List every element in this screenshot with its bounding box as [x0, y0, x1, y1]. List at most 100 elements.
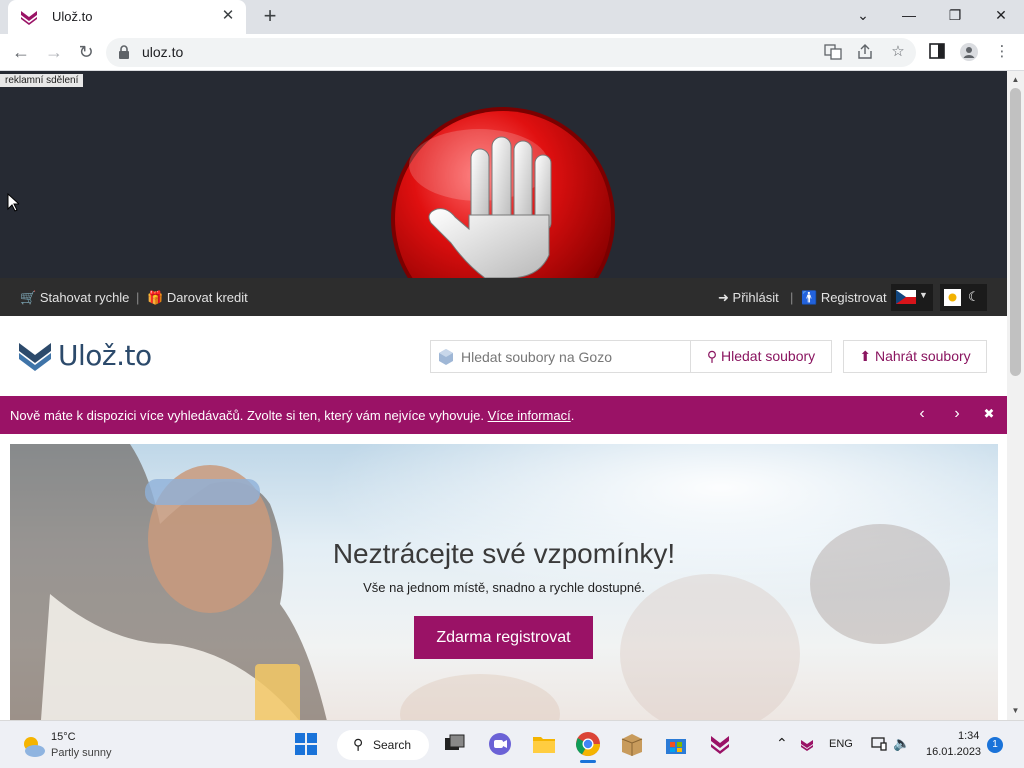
fast-download-label: Stahovat rychle — [39, 290, 130, 305]
uloz-logo[interactable]: Ulož.to — [18, 337, 168, 375]
separator: | — [790, 290, 794, 305]
upload-button-label: Nahrát soubory — [874, 348, 971, 364]
clock-time[interactable]: 1:34 — [958, 730, 979, 742]
profile-avatar-icon[interactable] — [960, 43, 978, 61]
login-link[interactable]: ➜ Přihlásit — [718, 290, 779, 306]
page-scrollbar[interactable]: ▲ ▼ — [1007, 71, 1024, 720]
scroll-up-icon[interactable]: ▲ — [1011, 75, 1020, 84]
hero-headline: Neztrácejte své vzpomínky! — [332, 538, 676, 569]
stop-hand-icon — [391, 107, 615, 278]
logo-chevron-icon — [19, 343, 51, 371]
sign-in-icon: ➜ — [718, 290, 729, 305]
notice-bar: Nově máte k dispozici více vyhledávačů. … — [0, 396, 1007, 434]
taskbar-search[interactable]: ⚲ Search — [337, 730, 429, 760]
notice-message: Nově máte k dispozici více vyhledávačů. … — [10, 408, 574, 423]
network-icon[interactable] — [871, 737, 887, 751]
upload-button[interactable]: ⬆ Nahrát soubory — [843, 340, 987, 373]
start-windows-icon[interactable] — [292, 730, 320, 758]
back-arrow-icon[interactable]: ← — [9, 40, 33, 64]
register-label: Registrovat — [820, 290, 887, 305]
clock-date[interactable]: 16.01.2023 — [926, 746, 981, 758]
scroll-down-icon[interactable]: ▼ — [1011, 706, 1020, 715]
czech-flag-icon — [896, 290, 916, 304]
search-button[interactable]: ⚲ Hledat soubory — [690, 341, 831, 372]
forward-arrow-icon[interactable]: → — [42, 40, 66, 64]
package-app-icon[interactable] — [618, 730, 646, 758]
search-icon: ⚲ — [353, 736, 364, 752]
file-explorer-icon[interactable] — [530, 730, 558, 758]
weather-temp: 15°C — [51, 731, 76, 743]
microsoft-store-icon[interactable] — [662, 730, 690, 758]
restore-button[interactable]: ❐ — [941, 4, 969, 26]
cart-icon: 🛒 — [20, 290, 37, 305]
magnifier-icon: ⚲ — [706, 348, 718, 364]
browser-tab-strip: Ulož.to ✕ + ⌄ — ❐ ✕ — [0, 0, 1024, 34]
browser-menu-icon[interactable]: ⋮ — [993, 43, 1011, 61]
new-tab-button[interactable]: + — [258, 5, 282, 29]
ad-banner[interactable]: reklamní sdělení — [0, 71, 1007, 278]
share-icon[interactable] — [856, 43, 874, 61]
scrollbar-thumb[interactable] — [1010, 88, 1021, 376]
top-bar: 🛒 Stahovat rychle | 🎁 Darovat kredit ➜ P… — [0, 278, 1007, 316]
mouse-cursor-icon — [7, 193, 19, 212]
volume-icon[interactable]: 🔈 — [893, 735, 910, 752]
logo-text: Ulož.to — [58, 339, 152, 372]
browser-toolbar: ← → ↻ uloz.to ☆ ⋮ — [0, 34, 1024, 71]
language-indicator[interactable]: ENG — [829, 738, 853, 750]
browser-tab[interactable]: Ulož.to ✕ — [8, 0, 246, 34]
sun-icon[interactable] — [944, 289, 961, 306]
previous-chevron-icon[interactable]: ‹ — [912, 404, 932, 424]
web-page: reklamní sdělení 🛒 Stahovat rychle | 🎁 D… — [0, 71, 1007, 720]
windows-taskbar: 15°C Partly sunny ⚲ Search ⌃ ENG 🔈 1:34 … — [0, 720, 1024, 768]
gift-credit-label: Darovat kredit — [166, 290, 248, 305]
notice-text: Nově máte k dispozici více vyhledávačů. … — [10, 408, 484, 423]
active-app-indicator — [580, 760, 596, 763]
bookmark-star-icon[interactable]: ☆ — [889, 43, 907, 61]
language-switcher[interactable]: ▼ — [891, 284, 933, 311]
gift-icon: 🎁 — [147, 290, 164, 305]
search-button-label: Hledat soubory — [720, 348, 816, 364]
gift-credit-link[interactable]: 🎁 Darovat kredit — [147, 290, 248, 306]
translate-icon[interactable] — [824, 43, 842, 61]
tab-search-button[interactable]: ⌄ — [849, 4, 877, 26]
chevron-down-icon: ▼ — [919, 290, 928, 300]
more-info-link[interactable]: Více informací — [488, 408, 571, 423]
moon-icon[interactable]: ☾ — [968, 289, 980, 305]
free-register-button[interactable]: Zdarma registrovat — [414, 616, 593, 659]
task-view-icon[interactable] — [441, 730, 469, 758]
hero-subline: Vše na jednom místě, snadno a rychle dos… — [363, 580, 645, 595]
reload-icon[interactable]: ↻ — [74, 40, 98, 64]
notice-period: . — [570, 408, 575, 423]
notification-badge[interactable]: 1 — [987, 737, 1003, 753]
partly-sunny-icon — [24, 737, 45, 757]
taskbar-search-label: Search — [373, 738, 412, 752]
uloz-favicon-icon — [21, 11, 37, 25]
person-icon: 🚹 — [801, 290, 818, 305]
address-bar[interactable]: uloz.to ☆ — [106, 38, 916, 67]
side-panel-icon[interactable] — [928, 43, 946, 61]
weather-condition: Partly sunny — [51, 747, 112, 759]
fast-download-link[interactable]: 🛒 Stahovat rychle — [20, 290, 129, 306]
search-box: ⚲ Hledat soubory — [430, 340, 832, 373]
hero-banner: Neztrácejte své vzpomínky! Vše na jednom… — [10, 444, 998, 720]
site-header: Ulož.to ⚲ Hledat soubory ⬆ Nahrát soubor… — [0, 316, 1007, 396]
chevron-up-icon[interactable]: ⌃ — [776, 735, 788, 752]
theme-toggle[interactable]: ☾ — [940, 284, 987, 311]
login-label: Přihlásit — [732, 290, 779, 305]
tab-close-icon[interactable]: ✕ — [218, 6, 238, 26]
url-text: uloz.to — [142, 44, 184, 60]
window-close-button[interactable]: ✕ — [987, 4, 1015, 26]
minimize-button[interactable]: — — [895, 4, 923, 26]
uloz-tray-icon[interactable] — [800, 738, 814, 752]
separator: | — [136, 290, 140, 305]
close-notice-icon[interactable]: ✖ — [979, 404, 999, 424]
search-input[interactable] — [431, 341, 689, 372]
upload-icon: ⬆ — [859, 348, 872, 364]
teams-chat-icon[interactable] — [486, 730, 514, 758]
register-link[interactable]: 🚹 Registrovat — [801, 290, 887, 306]
chrome-icon[interactable] — [574, 730, 602, 763]
uloz-app-icon[interactable] — [706, 730, 734, 758]
next-chevron-icon[interactable]: › — [947, 404, 967, 424]
weather-widget[interactable]: 15°C Partly sunny — [18, 729, 158, 763]
tab-title: Ulož.to — [52, 9, 93, 24]
